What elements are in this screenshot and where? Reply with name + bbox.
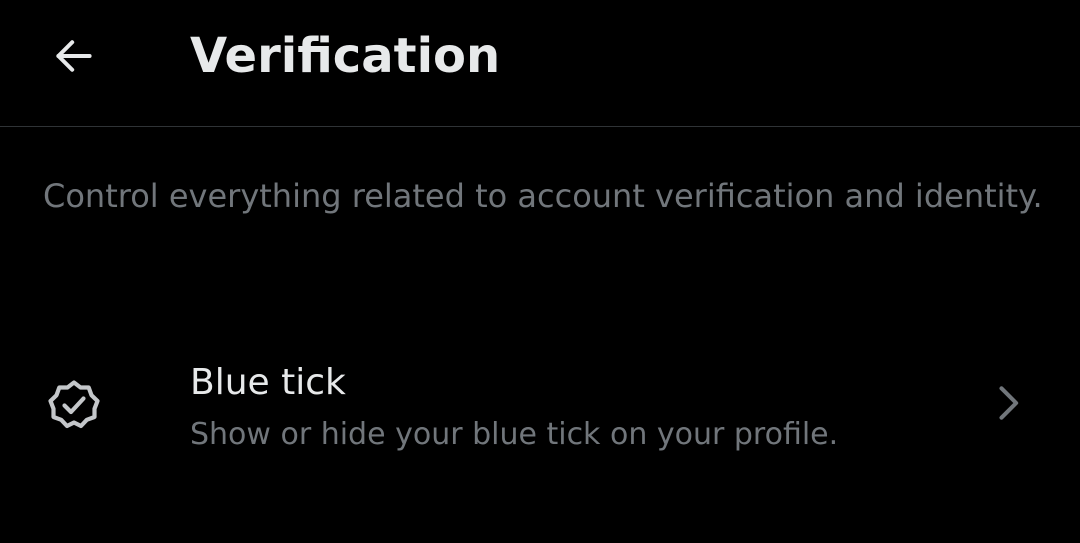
setting-subtitle: Show or hide your blue tick on your prof…	[190, 417, 839, 452]
verified-badge-icon	[44, 375, 104, 435]
arrow-left-icon	[56, 40, 92, 72]
page-description: Control everything related to account ve…	[43, 177, 1043, 215]
chevron-right-icon	[985, 381, 1029, 425]
blue-tick-setting-row[interactable]: Blue tick Show or hide your blue tick on…	[0, 340, 1080, 470]
page-title: Verification	[190, 28, 501, 84]
top-app-bar: Verification	[0, 0, 1080, 127]
setting-title: Blue tick	[190, 362, 346, 403]
back-button[interactable]	[44, 26, 104, 86]
